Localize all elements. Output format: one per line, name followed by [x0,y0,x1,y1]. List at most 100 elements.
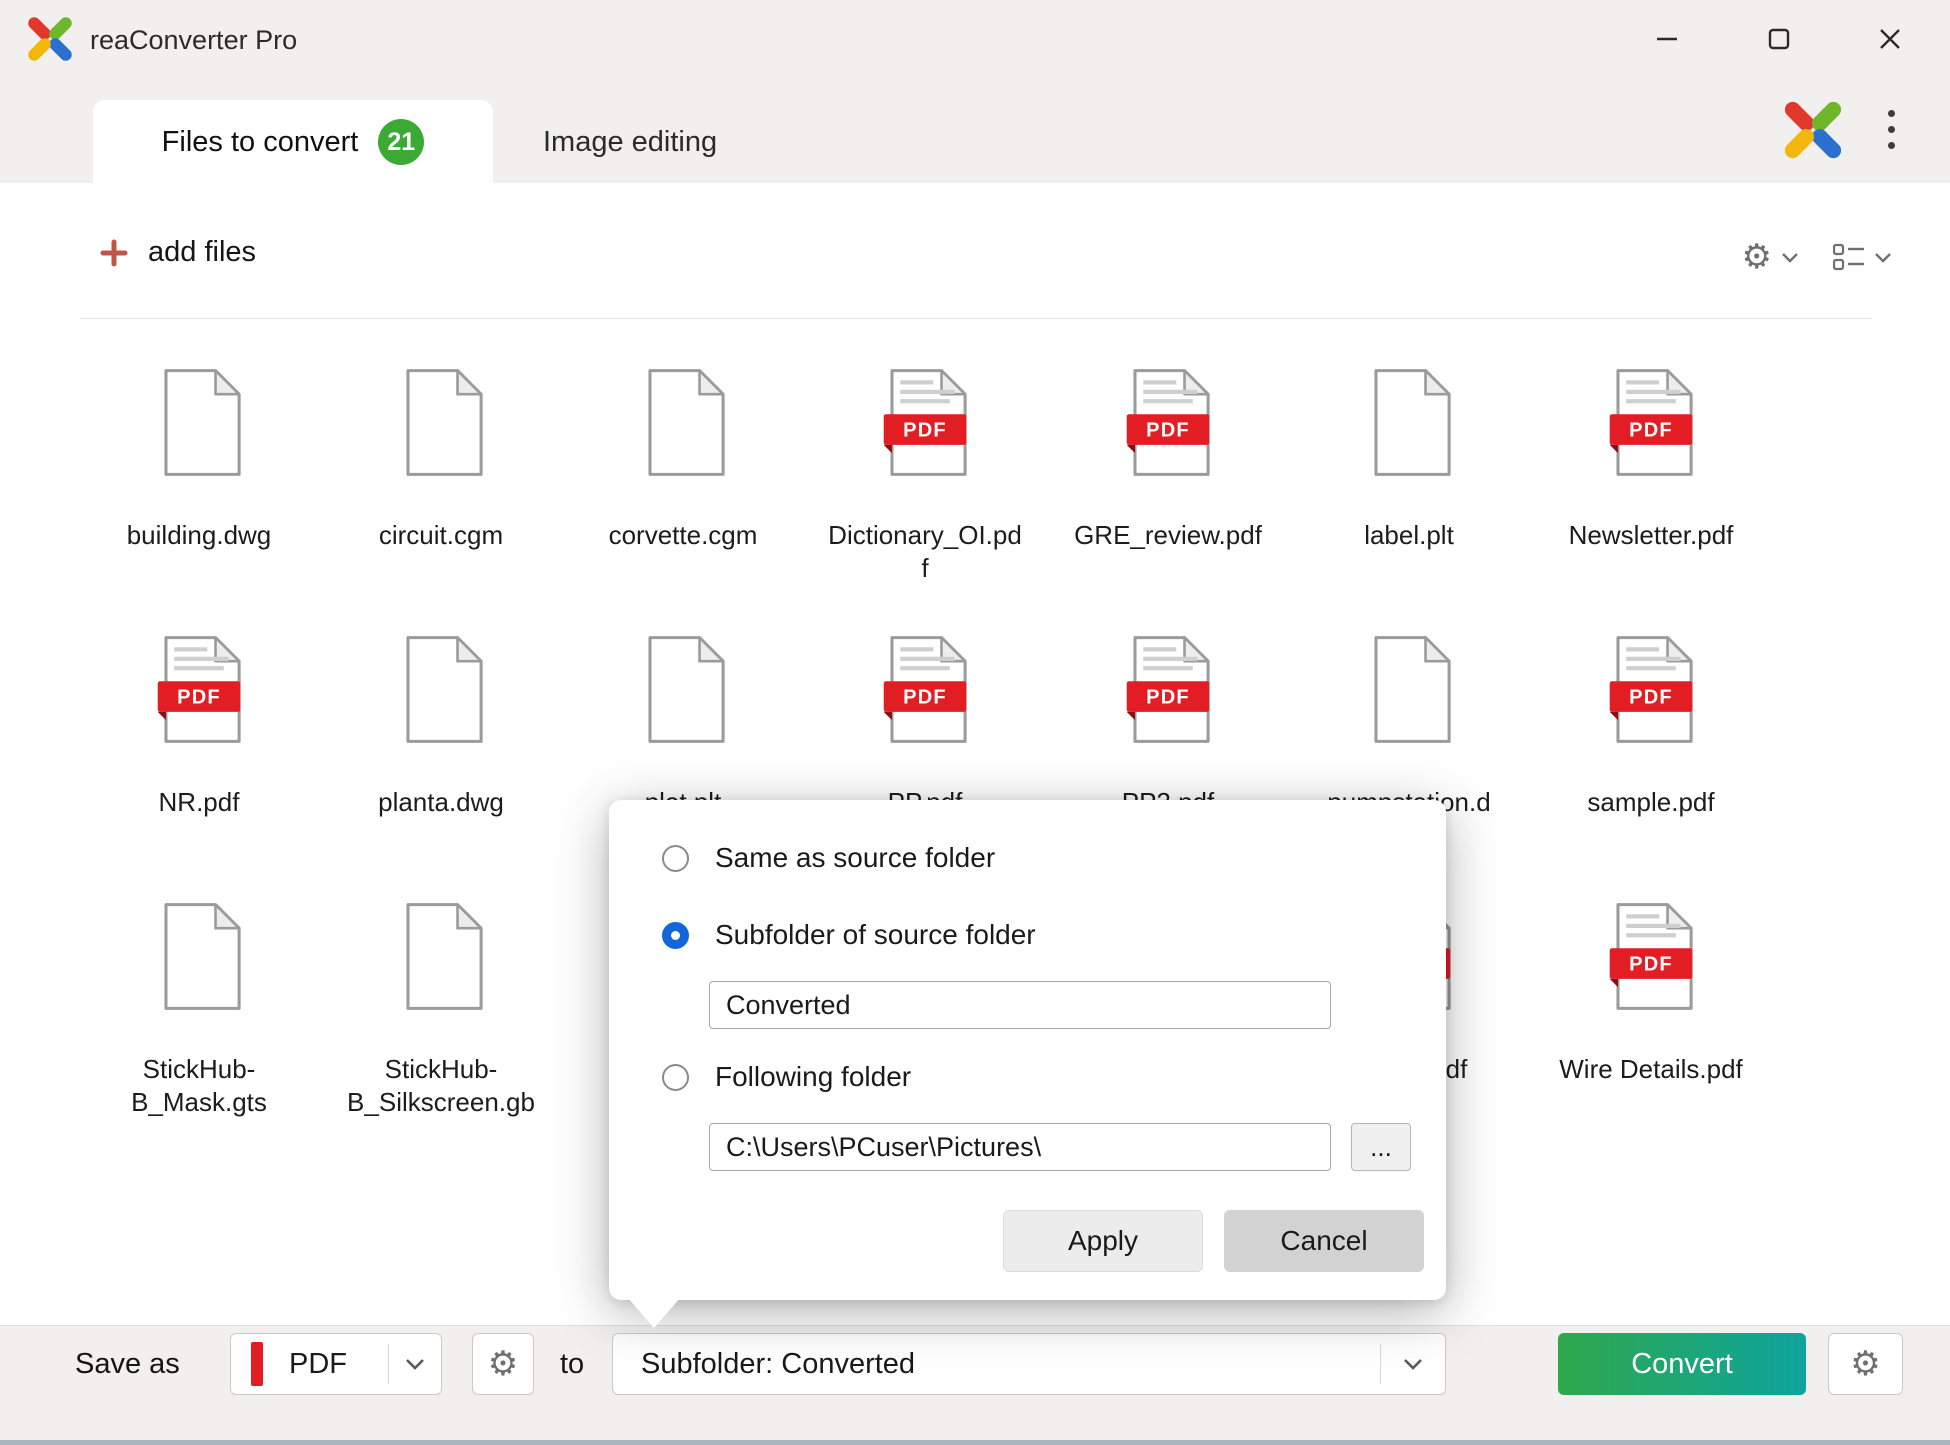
svg-text:PDF: PDF [903,420,947,442]
tab-files-to-convert[interactable]: Files to convert 21 [93,100,493,184]
file-item[interactable]: PDF Newsletter.pdf [1541,367,1761,552]
svg-text:PDF: PDF [903,687,947,709]
file-item[interactable]: PDF PP2.pdf [1058,634,1278,819]
chevron-down-icon [1874,252,1892,263]
add-files-button[interactable]: add files [100,236,256,269]
file-label: GRE_review.pdf [1068,519,1268,552]
file-label: Newsletter.pdf [1551,519,1751,552]
file-item[interactable]: label.plt [1299,367,1519,552]
option-subfolder-of-source[interactable]: Subfolder of source folder [662,917,1424,953]
file-item[interactable]: plot.plt [573,634,793,819]
convert-settings-button[interactable]: ⚙ [1828,1333,1903,1395]
convert-button[interactable]: Convert [1558,1333,1806,1395]
format-value: PDF [289,1348,347,1381]
popup-tail [628,1298,680,1328]
cancel-button[interactable]: Cancel [1224,1210,1424,1272]
pdf-file-icon: PDF [1605,901,1697,1013]
add-files-label: add files [148,236,256,269]
minimize-button[interactable] [1638,10,1696,68]
toolbar-right: ⚙ [1742,240,1892,274]
file-label: StickHub-B_Silkscreen.gb [341,1053,541,1118]
header: reaConverter Pro Files to convert 21 Ima… [0,0,1950,183]
browse-button[interactable]: ... [1351,1123,1411,1171]
file-item[interactable]: PDF GRE_review.pdf [1058,367,1278,552]
pdf-file-icon: PDF [879,634,971,746]
file-item[interactable]: StickHub-B_Mask.gts [89,901,309,1118]
app-logo-icon [26,15,74,63]
folder-path-input[interactable] [709,1123,1331,1171]
plus-icon [100,239,128,267]
file-label: NR.pdf [99,786,299,819]
file-label: Dictionary_OI.pdf [825,519,1025,584]
maximize-button[interactable] [1750,10,1808,68]
generic-file-icon [637,367,729,479]
gear-icon: ⚙ [488,1347,518,1381]
radio-icon[interactable] [662,922,689,949]
svg-text:PDF: PDF [1146,420,1190,442]
file-label: planta.dwg [341,786,541,819]
minimize-icon [1655,37,1679,41]
close-icon [1877,26,1903,52]
gear-icon: ⚙ [1742,240,1772,274]
gear-icon: ⚙ [1850,1347,1880,1381]
option-label: Following folder [715,1061,911,1093]
option-same-as-source[interactable]: Same as source folder [662,840,1424,876]
generic-file-icon [637,634,729,746]
bottom-bar: Save as PDF ⚙ to Subfolder: Converted Co… [0,1325,1950,1445]
tab-image-editing[interactable]: Image editing [543,100,717,184]
svg-text:PDF: PDF [1629,954,1673,976]
menu-kebab-button[interactable] [1884,106,1899,153]
file-item[interactable]: corvette.cgm [573,367,793,552]
svg-text:PDF: PDF [1629,420,1673,442]
list-settings-button[interactable]: ⚙ [1742,240,1799,274]
chevron-down-icon [1403,1358,1423,1370]
view-options-button[interactable] [1833,243,1892,271]
file-item[interactable]: PDF Dictionary_OI.pdf [815,367,1035,584]
maximize-icon [1767,27,1791,51]
file-label: label.plt [1309,519,1509,552]
close-button[interactable] [1861,10,1919,68]
folder-path-row: ... [662,1095,1424,1171]
subfolder-name-input[interactable] [709,981,1331,1029]
file-label: sample.pdf [1551,786,1751,819]
file-item[interactable]: circuit.cgm [331,367,551,552]
apply-button[interactable]: Apply [1003,1210,1203,1272]
file-item[interactable]: PDF NR.pdf [89,634,309,819]
pdf-file-icon: PDF [1122,367,1214,479]
format-select[interactable]: PDF [230,1333,442,1395]
app-title: reaConverter Pro [90,25,297,56]
file-item[interactable]: planta.dwg [331,634,551,819]
radio-icon[interactable] [662,845,689,872]
generic-file-icon [153,367,245,479]
pdf-file-icon: PDF [1605,367,1697,479]
file-item[interactable]: StickHub-B_Silkscreen.gb [331,901,551,1118]
format-settings-button[interactable]: ⚙ [472,1333,534,1395]
destination-select[interactable]: Subfolder: Converted [612,1333,1446,1395]
popup-buttons: Apply Cancel [662,1210,1424,1272]
file-label: Wire Details.pdf [1551,1053,1751,1086]
file-count-badge: 21 [378,119,424,165]
generic-file-icon [395,901,487,1013]
file-item[interactable]: building.dwg [89,367,309,552]
generic-file-icon [395,634,487,746]
file-item[interactable]: pumpstation.d [1299,634,1519,819]
destination-popup: Same as source folder Subfolder of sourc… [609,800,1446,1300]
option-label: Subfolder of source folder [715,919,1036,951]
window-bottom-edge [0,1440,1950,1445]
tab-image-editing-label: Image editing [543,126,717,159]
file-item[interactable]: PDF sample.pdf [1541,634,1761,819]
pdf-ribbon-icon [249,1341,265,1387]
generic-file-icon [395,367,487,479]
option-following-folder[interactable]: Following folder [662,1059,1424,1095]
pdf-file-icon: PDF [879,367,971,479]
svg-text:PDF: PDF [177,687,221,709]
generic-file-icon [1363,634,1455,746]
generic-file-icon [153,901,245,1013]
tab-files-label: Files to convert [162,126,359,159]
file-item[interactable]: PDF PP.pdf [815,634,1035,819]
file-label: circuit.cgm [341,519,541,552]
pdf-file-icon: PDF [1122,634,1214,746]
file-item[interactable]: PDF Wire Details.pdf [1541,901,1761,1086]
radio-icon[interactable] [662,1064,689,1091]
pdf-file-icon: PDF [1605,634,1697,746]
